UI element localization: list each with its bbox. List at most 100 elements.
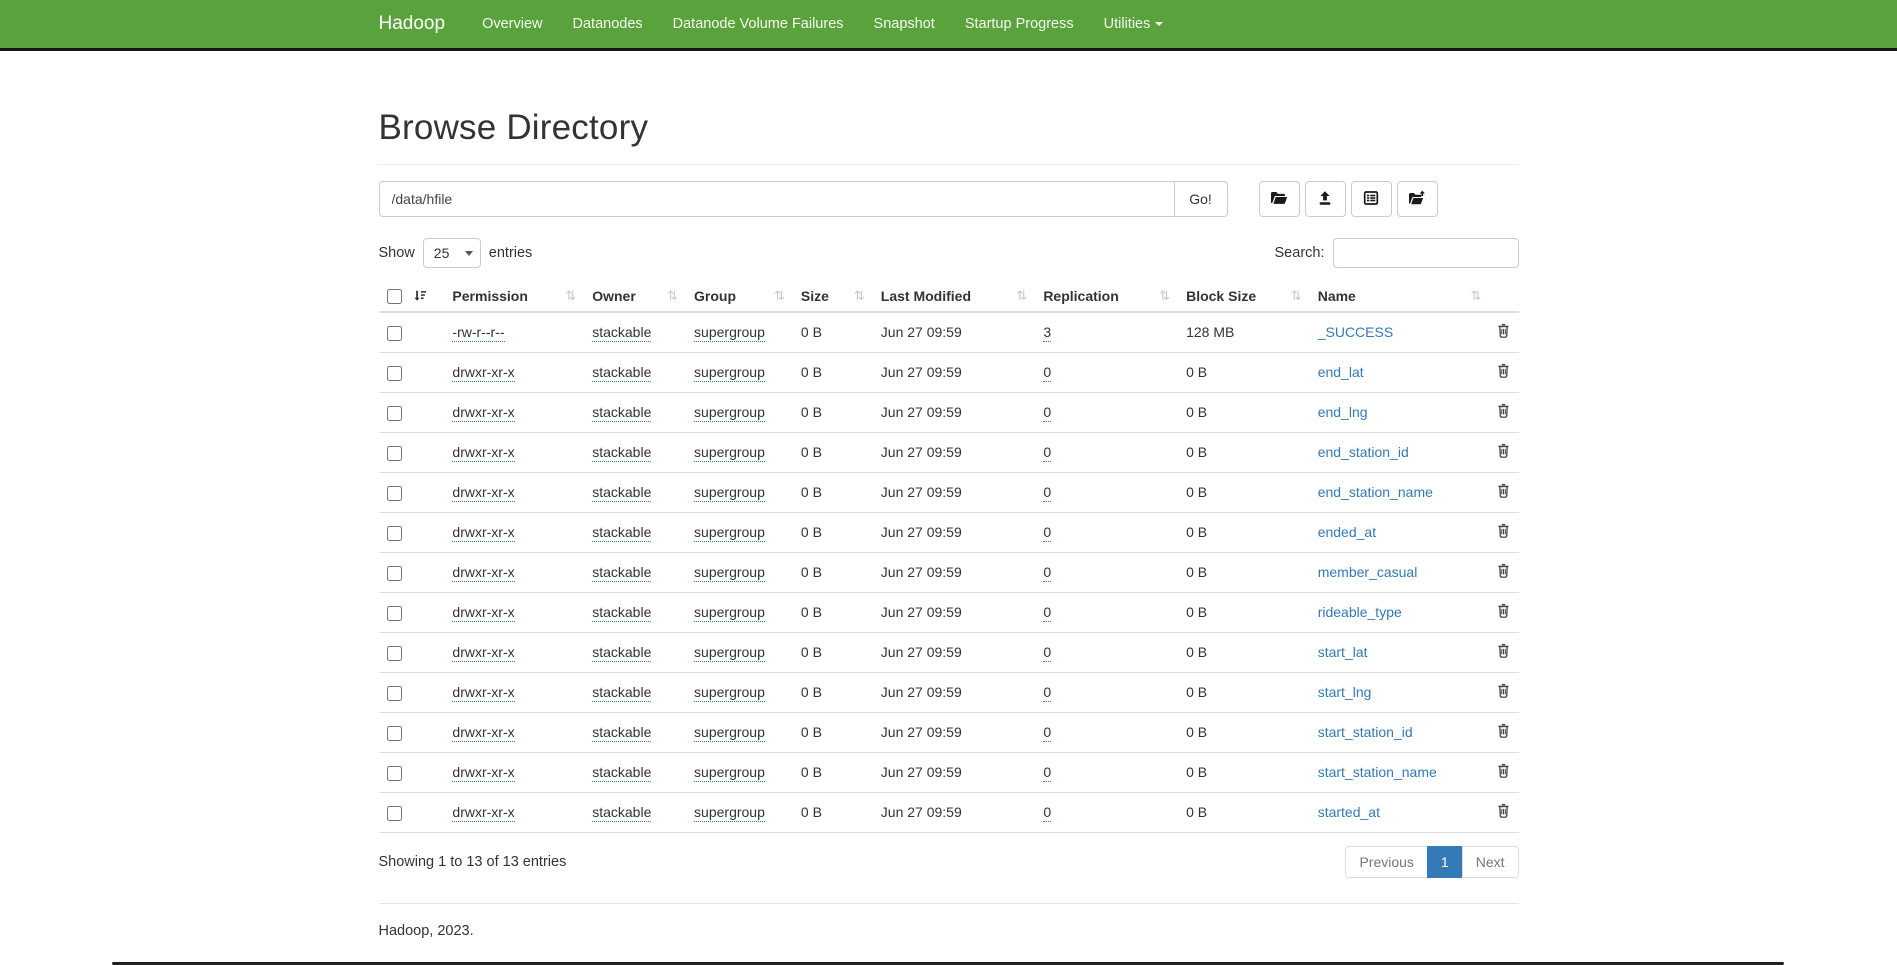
delete-button[interactable] <box>1497 803 1510 821</box>
owner-value[interactable]: stackable <box>592 324 651 342</box>
owner-value[interactable]: stackable <box>592 564 651 582</box>
header-select-all[interactable] <box>379 281 445 312</box>
header-permission[interactable]: Permission⇅ <box>444 281 584 312</box>
row-checkbox[interactable] <box>387 566 402 581</box>
replication-value[interactable]: 0 <box>1043 724 1051 742</box>
file-name-link[interactable]: start_station_id <box>1318 724 1413 740</box>
replication-value[interactable]: 0 <box>1043 404 1051 422</box>
file-name-link[interactable]: ended_at <box>1318 524 1376 540</box>
row-checkbox[interactable] <box>387 646 402 661</box>
replication-value[interactable]: 3 <box>1043 324 1051 342</box>
replication-value[interactable]: 0 <box>1043 644 1051 662</box>
permission-value[interactable]: drwxr-xr-x <box>452 444 514 462</box>
delete-button[interactable] <box>1497 363 1510 381</box>
nav-startup-progress[interactable]: Startup Progress <box>950 0 1089 48</box>
permission-value[interactable]: drwxr-xr-x <box>452 604 514 622</box>
replication-value[interactable]: 0 <box>1043 804 1051 822</box>
permission-value[interactable]: drwxr-xr-x <box>452 404 514 422</box>
replication-value[interactable]: 0 <box>1043 364 1051 382</box>
delete-button[interactable] <box>1497 563 1510 581</box>
delete-button[interactable] <box>1497 403 1510 421</box>
owner-value[interactable]: stackable <box>592 684 651 702</box>
nav-datanodes[interactable]: Datanodes <box>558 0 658 48</box>
permission-value[interactable]: drwxr-xr-x <box>452 684 514 702</box>
group-value[interactable]: supergroup <box>694 564 765 582</box>
owner-value[interactable]: stackable <box>592 604 651 622</box>
row-checkbox[interactable] <box>387 326 402 341</box>
file-name-link[interactable]: end_lng <box>1318 404 1368 420</box>
move-directory-button[interactable] <box>1397 181 1438 217</box>
delete-button[interactable] <box>1497 483 1510 501</box>
owner-value[interactable]: stackable <box>592 484 651 502</box>
row-checkbox[interactable] <box>387 806 402 821</box>
delete-button[interactable] <box>1497 323 1510 341</box>
permission-value[interactable]: drwxr-xr-x <box>452 724 514 742</box>
permission-value[interactable]: drwxr-xr-x <box>452 644 514 662</box>
group-value[interactable]: supergroup <box>694 764 765 782</box>
row-checkbox[interactable] <box>387 366 402 381</box>
header-replication[interactable]: Replication⇅ <box>1035 281 1178 312</box>
permission-value[interactable]: -rw-r--r-- <box>452 324 504 342</box>
delete-button[interactable] <box>1497 603 1510 621</box>
group-value[interactable]: supergroup <box>694 324 765 342</box>
header-group[interactable]: Group⇅ <box>686 281 793 312</box>
owner-value[interactable]: stackable <box>592 804 651 822</box>
group-value[interactable]: supergroup <box>694 604 765 622</box>
brand-hadoop[interactable]: Hadoop <box>379 0 446 48</box>
permission-value[interactable]: drwxr-xr-x <box>452 564 514 582</box>
group-value[interactable]: supergroup <box>694 364 765 382</box>
header-last-modified[interactable]: Last Modified⇅ <box>873 281 1036 312</box>
file-name-link[interactable]: member_casual <box>1318 564 1418 580</box>
delete-button[interactable] <box>1497 683 1510 701</box>
delete-button[interactable] <box>1497 643 1510 661</box>
row-checkbox[interactable] <box>387 686 402 701</box>
go-button[interactable]: Go! <box>1174 181 1228 217</box>
replication-value[interactable]: 0 <box>1043 564 1051 582</box>
owner-value[interactable]: stackable <box>592 404 651 422</box>
permission-value[interactable]: drwxr-xr-x <box>452 764 514 782</box>
row-checkbox[interactable] <box>387 446 402 461</box>
row-checkbox[interactable] <box>387 486 402 501</box>
header-owner[interactable]: Owner⇅ <box>584 281 686 312</box>
group-value[interactable]: supergroup <box>694 524 765 542</box>
delete-button[interactable] <box>1497 763 1510 781</box>
row-checkbox[interactable] <box>387 606 402 621</box>
group-value[interactable]: supergroup <box>694 484 765 502</box>
file-name-link[interactable]: start_lng <box>1318 684 1372 700</box>
row-checkbox[interactable] <box>387 726 402 741</box>
file-name-link[interactable]: start_lat <box>1318 644 1368 660</box>
directory-path-input[interactable] <box>379 181 1174 217</box>
owner-value[interactable]: stackable <box>592 524 651 542</box>
file-name-link[interactable]: _SUCCESS <box>1318 324 1393 340</box>
owner-value[interactable]: stackable <box>592 724 651 742</box>
owner-value[interactable]: stackable <box>592 644 651 662</box>
delete-button[interactable] <box>1497 443 1510 461</box>
file-name-link[interactable]: end_station_name <box>1318 484 1433 500</box>
file-name-link[interactable]: end_station_id <box>1318 444 1409 460</box>
cut-paste-button[interactable] <box>1351 181 1392 217</box>
replication-value[interactable]: 0 <box>1043 444 1051 462</box>
permission-value[interactable]: drwxr-xr-x <box>452 524 514 542</box>
nav-utilities-dropdown[interactable]: Utilities <box>1089 0 1179 48</box>
header-name[interactable]: Name⇅ <box>1310 281 1490 312</box>
file-name-link[interactable]: started_at <box>1318 804 1380 820</box>
replication-value[interactable]: 0 <box>1043 604 1051 622</box>
page-size-select[interactable]: 25 <box>423 238 481 268</box>
group-value[interactable]: supergroup <box>694 724 765 742</box>
replication-value[interactable]: 0 <box>1043 524 1051 542</box>
replication-value[interactable]: 0 <box>1043 764 1051 782</box>
file-name-link[interactable]: start_station_name <box>1318 764 1437 780</box>
row-checkbox[interactable] <box>387 406 402 421</box>
group-value[interactable]: supergroup <box>694 444 765 462</box>
permission-value[interactable]: drwxr-xr-x <box>452 804 514 822</box>
nav-snapshot[interactable]: Snapshot <box>859 0 950 48</box>
group-value[interactable]: supergroup <box>694 804 765 822</box>
group-value[interactable]: supergroup <box>694 404 765 422</box>
select-all-checkbox[interactable] <box>387 289 402 304</box>
replication-value[interactable]: 0 <box>1043 484 1051 502</box>
owner-value[interactable]: stackable <box>592 444 651 462</box>
owner-value[interactable]: stackable <box>592 364 651 382</box>
replication-value[interactable]: 0 <box>1043 684 1051 702</box>
group-value[interactable]: supergroup <box>694 684 765 702</box>
create-directory-button[interactable] <box>1259 181 1300 217</box>
